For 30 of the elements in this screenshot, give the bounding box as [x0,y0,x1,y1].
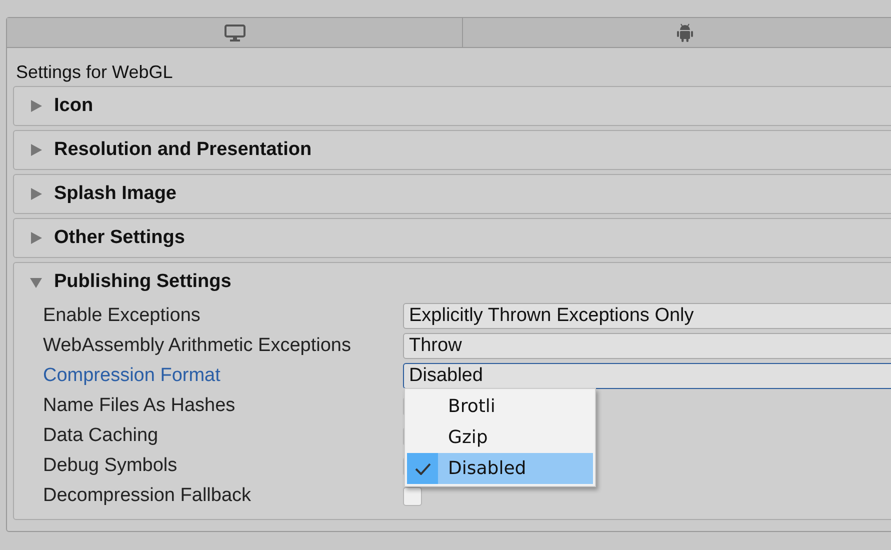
field-label: Debug Symbols [42,455,178,477]
settings-heading: Settings for WebGL [15,61,174,84]
right-triangle-icon [30,232,42,244]
android-icon [676,22,694,42]
foldout-header[interactable]: Other Settings [14,219,891,257]
down-triangle-icon [30,276,42,288]
field-label: Data Caching [42,425,160,447]
field-label: Compression Format [42,365,222,387]
foldout-header[interactable]: Splash Image [14,175,891,213]
foldout-header[interactable]: Resolution and Presentation [14,131,891,169]
checkbox[interactable] [403,486,422,506]
field-label: Decompression Fallback [42,485,252,507]
right-triangle-icon [30,100,42,112]
field-label: Name Files As Hashes [42,395,236,417]
monitor-icon [224,24,246,42]
foldout-header[interactable]: Publishing Settings [14,263,891,301]
menu-item[interactable]: Gzip [407,422,593,453]
dropdown-field[interactable]: Disabled [403,363,891,389]
dropdown-field[interactable]: Explicitly Thrown Exceptions Only [403,303,891,329]
platform-tab[interactable] [7,18,463,47]
dropdown-field[interactable]: Throw [403,333,891,359]
foldout-header[interactable]: Icon [14,87,891,125]
field-label: WebAssembly Arithmetic Exceptions [42,335,352,357]
right-triangle-icon [30,188,42,200]
menu-item[interactable]: Disabled [407,453,593,484]
field-label: Enable Exceptions [42,305,202,327]
menu-item[interactable]: Brotli [407,391,593,422]
platform-tab[interactable] [463,18,891,47]
right-triangle-icon [30,144,42,156]
checkmark-icon [414,462,430,474]
